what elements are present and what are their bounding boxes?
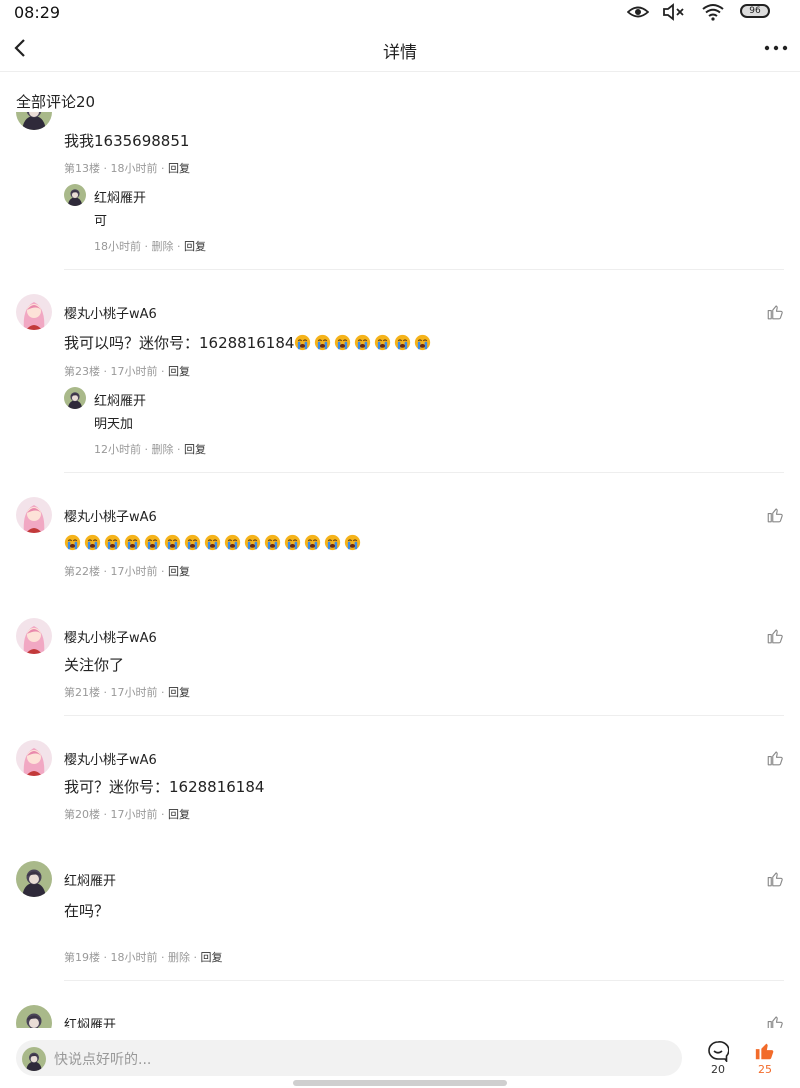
comment-meta: 第13楼 · 18小时前 · 回复 bbox=[64, 162, 190, 175]
avatar[interactable] bbox=[16, 861, 52, 897]
cry-emoji bbox=[314, 334, 331, 351]
cry-emoji bbox=[304, 534, 321, 551]
page-title: 详情 bbox=[383, 43, 417, 63]
comment-content: 我可？迷你号：1628816184 bbox=[64, 778, 265, 796]
avatar bbox=[22, 1047, 46, 1071]
cry-emoji bbox=[414, 334, 431, 351]
comment-username[interactable]: 樱丸小桃子wA6 bbox=[64, 506, 157, 525]
more-icon[interactable] bbox=[762, 38, 790, 58]
cry-emoji bbox=[264, 534, 281, 551]
reply-button[interactable]: 回复 bbox=[168, 808, 190, 821]
avatar[interactable] bbox=[64, 387, 86, 409]
avatar[interactable] bbox=[16, 294, 52, 330]
cry-emoji bbox=[64, 534, 81, 551]
cry-emoji bbox=[334, 334, 351, 351]
cry-emoji bbox=[324, 534, 341, 551]
comment-count: 20 bbox=[711, 1063, 725, 1076]
cry-emoji bbox=[294, 334, 311, 351]
delete-button[interactable]: 删除 bbox=[152, 240, 174, 253]
reply-content: 可 bbox=[94, 214, 108, 229]
comment-meta: 第19楼 · 18小时前 · 删除 · 回复 bbox=[64, 951, 223, 964]
comment-content bbox=[64, 534, 364, 552]
emoji-row bbox=[64, 534, 364, 552]
reply-username[interactable]: 红焖雁开 bbox=[94, 390, 146, 409]
thumb-up-icon[interactable] bbox=[766, 303, 784, 321]
comment-icon[interactable] bbox=[707, 1040, 729, 1062]
comment-content: 在吗？ bbox=[64, 902, 110, 920]
cry-emoji bbox=[144, 534, 161, 551]
avatar[interactable] bbox=[16, 740, 52, 776]
delete-button[interactable]: 删除 bbox=[152, 443, 174, 456]
status-time: 08:29 bbox=[14, 3, 61, 22]
thumb-up-icon[interactable] bbox=[766, 870, 784, 888]
cry-emoji bbox=[394, 334, 411, 351]
thumb-up-icon[interactable] bbox=[754, 1040, 776, 1062]
cry-emoji bbox=[184, 534, 201, 551]
avatar[interactable] bbox=[16, 497, 52, 533]
avatar[interactable] bbox=[16, 1005, 52, 1028]
reply-button[interactable]: 回复 bbox=[168, 365, 190, 378]
avatar[interactable] bbox=[64, 184, 86, 206]
divider bbox=[64, 980, 784, 981]
cry-emoji bbox=[204, 534, 221, 551]
reply-username[interactable]: 红焖雁开 bbox=[94, 187, 146, 206]
reply-button[interactable]: 回复 bbox=[184, 240, 206, 253]
cry-emoji bbox=[344, 534, 361, 551]
comment-content: 关注你了 bbox=[64, 656, 125, 674]
cry-emoji bbox=[224, 534, 241, 551]
reply-button[interactable]: 回复 bbox=[184, 443, 206, 456]
cry-emoji bbox=[164, 534, 181, 551]
battery-icon: 96 bbox=[740, 4, 770, 18]
cry-emoji bbox=[124, 534, 141, 551]
header-divider bbox=[0, 71, 800, 72]
comment-meta: 第23楼 · 17小时前 · 回复 bbox=[64, 365, 190, 378]
divider bbox=[64, 269, 784, 270]
cry-emoji bbox=[104, 534, 121, 551]
comment-username[interactable]: 樱丸小桃子wA6 bbox=[64, 749, 157, 768]
comment-input-placeholder[interactable]: 快说点好听的... bbox=[54, 1049, 151, 1069]
reply-meta: 12小时前 · 删除 · 回复 bbox=[94, 443, 206, 456]
home-indicator[interactable] bbox=[293, 1080, 507, 1086]
reply-button[interactable]: 回复 bbox=[168, 686, 190, 699]
avatar[interactable] bbox=[16, 618, 52, 654]
delete-button[interactable]: 删除 bbox=[168, 951, 190, 964]
comment-username[interactable]: 红焖雁开 bbox=[64, 870, 116, 889]
comment-username[interactable]: 红焖雁开 bbox=[64, 1014, 116, 1028]
comment-content: 我我1635698851 bbox=[64, 132, 190, 150]
comment-item-partial: 红焖雁开 bbox=[0, 1000, 800, 1028]
reply-content: 明天加 bbox=[94, 417, 134, 432]
cry-emoji bbox=[374, 334, 391, 351]
avatar[interactable] bbox=[16, 112, 52, 130]
reply-meta: 18小时前 · 删除 · 回复 bbox=[94, 240, 206, 253]
comment-meta: 第20楼 · 17小时前 · 回复 bbox=[64, 808, 190, 821]
mute-icon bbox=[663, 3, 684, 21]
cry-emoji bbox=[244, 534, 261, 551]
reply-button[interactable]: 回复 bbox=[168, 162, 190, 175]
eye-icon bbox=[627, 6, 649, 18]
comment-username[interactable]: 樱丸小桃子wA6 bbox=[64, 627, 157, 646]
cry-emoji bbox=[354, 334, 371, 351]
thumb-up-icon[interactable] bbox=[766, 749, 784, 767]
cry-emoji bbox=[284, 534, 301, 551]
comment-meta: 第21楼 · 17小时前 · 回复 bbox=[64, 686, 190, 699]
emoji-row bbox=[294, 334, 434, 352]
divider bbox=[64, 472, 784, 473]
wifi-icon bbox=[702, 4, 724, 21]
reply-button[interactable]: 回复 bbox=[168, 565, 190, 578]
reply-button[interactable]: 回复 bbox=[201, 951, 223, 964]
thumb-up-icon[interactable] bbox=[766, 506, 784, 524]
divider bbox=[64, 715, 784, 716]
like-count: 25 bbox=[758, 1063, 772, 1076]
cry-emoji bbox=[84, 534, 101, 551]
thumb-up-icon[interactable] bbox=[766, 627, 784, 645]
comment-content: 我可以吗？迷你号：1628816184 bbox=[64, 332, 434, 353]
comments-section-title: 全部评论20 bbox=[16, 93, 96, 111]
comment-username[interactable]: 樱丸小桃子wA6 bbox=[64, 303, 157, 322]
comment-meta: 第22楼 · 17小时前 · 回复 bbox=[64, 565, 190, 578]
thumb-up-icon[interactable] bbox=[766, 1014, 784, 1028]
